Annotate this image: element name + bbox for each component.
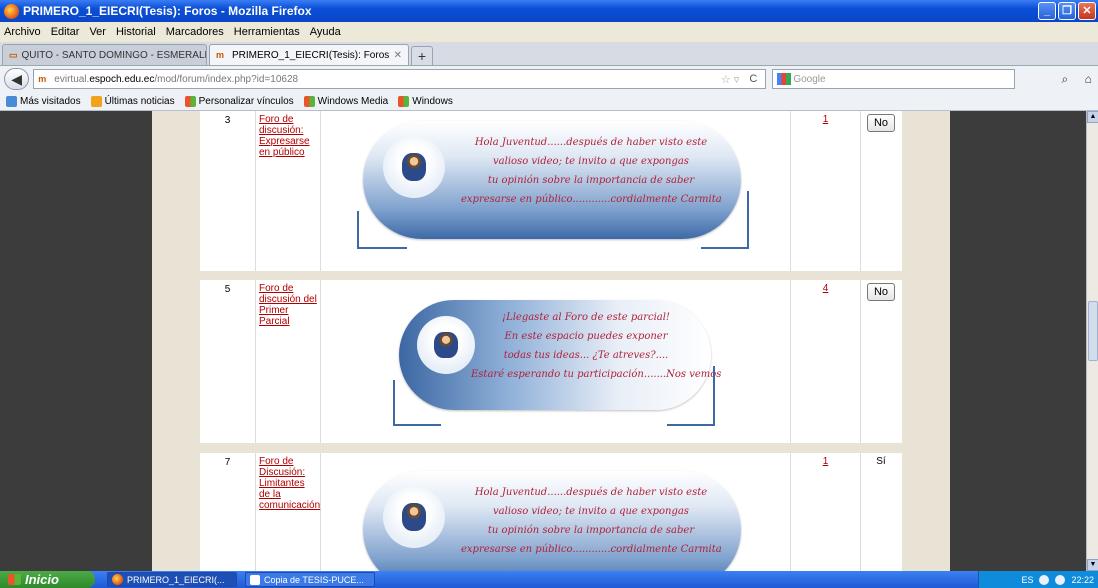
forum-link[interactable]: Foro de Discusión: Limitantes de la comu… <box>259 456 320 511</box>
post-count-link[interactable]: 1 <box>823 114 829 125</box>
page-icon: ▭ <box>9 50 18 60</box>
bookmark-personalizar[interactable]: Personalizar vínculos <box>184 95 294 107</box>
system-tray: ES 22:22 <box>978 571 1098 588</box>
taskbar: Inicio PRIMERO_1_EIECRI(... Copia de TES… <box>0 571 1098 588</box>
tray-icon[interactable] <box>1055 574 1066 585</box>
tab-bar: ▭ QUITO - SANTO DOMINGO - ESMERALDA... ✕… <box>0 42 1098 66</box>
forum-number: 7 <box>200 453 256 571</box>
address-bar[interactable]: m evirtual. espoch.edu.ec/mod/forum/index… <box>33 69 767 89</box>
students-photo <box>417 316 475 374</box>
forum-link[interactable]: Foro de discusión: Expresarse en público <box>259 114 310 158</box>
menu-bar: Archivo Editar Ver Historial Marcadores … <box>0 22 1098 42</box>
banner-message: Hola Juventud......después de haber vist… <box>461 487 722 555</box>
menu-ver[interactable]: Ver <box>89 26 106 38</box>
forum-page: 3 Foro de discusión: Expresarse en públi… <box>152 111 950 571</box>
new-tab-button[interactable]: + <box>411 46 433 65</box>
menu-historial[interactable]: Historial <box>116 26 156 38</box>
menu-editar[interactable]: Editar <box>51 26 80 38</box>
windows-icon <box>8 574 21 585</box>
forum-link[interactable]: Foro de discusión del Primer Parcial <box>259 283 317 327</box>
tab-label: QUITO - SANTO DOMINGO - ESMERALDA... <box>21 49 207 61</box>
reload-icon[interactable]: C <box>749 73 757 85</box>
language-indicator[interactable]: ES <box>1021 575 1033 585</box>
windows-icon <box>398 95 410 107</box>
tray-icon[interactable] <box>1039 574 1050 585</box>
tab-label: PRIMERO_1_EIECRI(Tesis): Foros <box>232 49 390 61</box>
back-button[interactable]: ◀ <box>4 68 30 90</box>
forum-row: 5 Foro de discusión del Primer Parcial ¡… <box>200 280 902 443</box>
bookmarks-bar: Más visitados Últimas noticias Personali… <box>0 92 1098 111</box>
students-photo <box>383 136 445 198</box>
windows-icon <box>303 95 315 107</box>
subscribed-status: Sí <box>876 456 886 467</box>
close-tab-icon[interactable]: ✕ <box>394 50 402 61</box>
menu-archivo[interactable]: Archivo <box>4 26 41 38</box>
start-button[interactable]: Inicio <box>0 571 95 588</box>
forum-row: 3 Foro de discusión: Expresarse en públi… <box>200 111 902 271</box>
taskbar-item-word[interactable]: Copia de TESIS-PUCE... <box>245 572 375 587</box>
subscribe-button[interactable]: No <box>866 283 896 301</box>
search-icon[interactable]: ⌕ <box>1055 69 1074 89</box>
menu-marcadores[interactable]: Marcadores <box>166 26 224 38</box>
close-button[interactable]: ✕ <box>1078 2 1096 20</box>
clock: 22:22 <box>1071 574 1094 585</box>
firefox-icon <box>112 574 123 585</box>
windows-icon <box>184 95 196 107</box>
scroll-thumb[interactable] <box>1088 301 1098 361</box>
minimize-button[interactable]: _ <box>1038 2 1056 20</box>
bookmark-star-icon[interactable]: ☆ ▿ <box>721 73 739 86</box>
search-input[interactable]: Google <box>772 69 1016 89</box>
forum-banner: ¡Llegaste al Foro de este parcial! En est… <box>321 280 791 443</box>
firefox-icon <box>4 3 19 19</box>
banner-bracket <box>667 366 715 426</box>
bookmark-icon <box>6 95 17 107</box>
banner-bracket <box>357 211 407 249</box>
vertical-scrollbar[interactable]: ▲ ▼ <box>1086 111 1098 571</box>
window-title: PRIMERO_1_EIECRI(Tesis): Foros - Mozilla… <box>23 4 312 18</box>
tab-foros[interactable]: m PRIMERO_1_EIECRI(Tesis): Foros ✕ <box>209 44 409 65</box>
menu-ayuda[interactable]: Ayuda <box>310 26 341 38</box>
moodle-icon: m <box>216 50 225 60</box>
url-domain: espoch.edu.ec <box>89 73 155 85</box>
search-placeholder: Google <box>793 73 826 85</box>
banner-bracket <box>701 191 749 249</box>
home-icon[interactable]: ⌂ <box>1079 69 1098 89</box>
post-count-link[interactable]: 1 <box>823 456 829 467</box>
forum-banner: Hola Juventud......después de haber vist… <box>321 453 791 571</box>
bookmark-windows-media[interactable]: Windows Media <box>303 95 388 107</box>
url-prefix: evirtual. <box>54 73 90 85</box>
google-icon <box>777 73 792 85</box>
subscribe-button[interactable]: No <box>866 114 896 132</box>
forum-number: 3 <box>200 111 256 271</box>
moodle-icon: m <box>38 74 47 84</box>
page-content: 3 Foro de discusión: Expresarse en públi… <box>0 111 1098 571</box>
scroll-up-icon[interactable]: ▲ <box>1087 111 1098 123</box>
forum-row: 7 Foro de Discusión: Limitantes de la co… <box>200 453 902 571</box>
menu-herramientas[interactable]: Herramientas <box>234 26 300 38</box>
students-photo <box>383 486 445 548</box>
bookmark-ultimas-noticias[interactable]: Últimas noticias <box>90 95 175 107</box>
forum-banner: Hola Juventud......después de haber vist… <box>321 111 791 271</box>
banner-message: Hola Juventud......después de haber vist… <box>461 137 722 205</box>
banner-bracket <box>393 380 441 426</box>
rss-icon <box>90 95 102 107</box>
window-titlebar: PRIMERO_1_EIECRI(Tesis): Foros - Mozilla… <box>0 0 1098 22</box>
scroll-down-icon[interactable]: ▼ <box>1087 559 1098 571</box>
bookmark-mas-visitados[interactable]: Más visitados <box>6 95 81 107</box>
forum-number: 5 <box>200 280 256 443</box>
maximize-button[interactable]: ❐ <box>1058 2 1076 20</box>
word-icon <box>250 574 260 585</box>
bookmark-windows[interactable]: Windows <box>398 95 453 107</box>
post-count-link[interactable]: 4 <box>823 283 829 294</box>
navigation-bar: ◀ m evirtual. espoch.edu.ec/mod/forum/ind… <box>0 66 1098 92</box>
tab-quito[interactable]: ▭ QUITO - SANTO DOMINGO - ESMERALDA... ✕ <box>2 44 207 65</box>
url-path: /mod/forum/index.php?id=10628 <box>154 73 299 85</box>
taskbar-item-firefox[interactable]: PRIMERO_1_EIECRI(... <box>107 572 237 587</box>
